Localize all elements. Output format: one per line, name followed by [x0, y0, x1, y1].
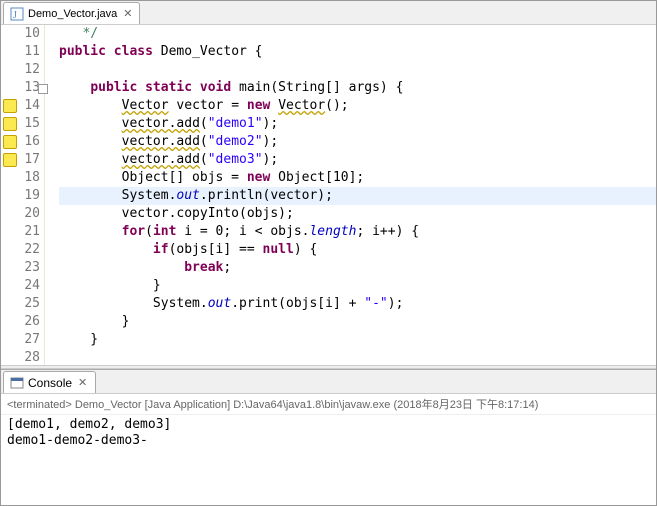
console-output[interactable]: [demo1, demo2, demo3] demo1-demo2-demo3-: [1, 415, 656, 451]
code-editor[interactable]: 10111213141516171819202122232425262728 *…: [1, 25, 656, 365]
line-number: 27: [1, 331, 40, 349]
line-number: 10: [1, 25, 40, 43]
code-line[interactable]: System.out.print(objs[i] + "-");: [59, 295, 656, 313]
line-number: 28: [1, 349, 40, 365]
console-tab-bar: Console ✕: [1, 370, 656, 394]
editor-pane: J Demo_Vector.java ✕ 1011121314151617181…: [1, 1, 656, 365]
code-line[interactable]: public class Demo_Vector {: [59, 43, 656, 61]
code-line[interactable]: */: [59, 25, 656, 43]
console-run-header: <terminated> Demo_Vector [Java Applicati…: [1, 394, 656, 415]
console-tab-label: Console: [28, 376, 72, 390]
code-line[interactable]: vector.add("demo3");: [59, 151, 656, 169]
line-number: 24: [1, 277, 40, 295]
code-line[interactable]: Object[] objs = new Object[10];: [59, 169, 656, 187]
code-line[interactable]: for(int i = 0; i < objs.length; i++) {: [59, 223, 656, 241]
code-line[interactable]: [59, 61, 656, 79]
console-tab[interactable]: Console ✕: [3, 371, 96, 393]
line-number: 20: [1, 205, 40, 223]
code-content[interactable]: */public class Demo_Vector { public stat…: [45, 25, 656, 365]
line-number: 17: [1, 151, 40, 169]
editor-tab-close-icon[interactable]: ✕: [121, 7, 134, 20]
line-number: 26: [1, 313, 40, 331]
svg-text:J: J: [13, 10, 17, 21]
console-tab-close-icon[interactable]: ✕: [76, 376, 89, 389]
line-number: 19: [1, 187, 40, 205]
line-number: 22: [1, 241, 40, 259]
java-file-icon: J: [10, 7, 24, 21]
line-number: 14: [1, 97, 40, 115]
line-number: 15: [1, 115, 40, 133]
line-number: 16: [1, 133, 40, 151]
code-line[interactable]: vector.copyInto(objs);: [59, 205, 656, 223]
line-number: 25: [1, 295, 40, 313]
code-line[interactable]: if(objs[i] == null) {: [59, 241, 656, 259]
console-pane: Console ✕ <terminated> Demo_Vector [Java…: [1, 369, 656, 505]
line-number-gutter: 10111213141516171819202122232425262728: [1, 25, 45, 365]
code-line[interactable]: Vector vector = new Vector();: [59, 97, 656, 115]
code-line[interactable]: vector.add("demo2");: [59, 133, 656, 151]
line-number: 11: [1, 43, 40, 61]
line-number: 18: [1, 169, 40, 187]
line-number: 13: [1, 79, 40, 97]
line-number: 21: [1, 223, 40, 241]
code-line[interactable]: System.out.println(vector);: [59, 187, 656, 205]
line-number: 12: [1, 61, 40, 79]
code-line[interactable]: public static void main(String[] args) {: [59, 79, 656, 97]
editor-tab[interactable]: J Demo_Vector.java ✕: [3, 2, 140, 24]
code-line[interactable]: }: [59, 313, 656, 331]
code-line[interactable]: }: [59, 331, 656, 349]
editor-tab-label: Demo_Vector.java: [28, 8, 117, 20]
code-line[interactable]: vector.add("demo1");: [59, 115, 656, 133]
console-icon: [10, 376, 24, 390]
code-line[interactable]: }: [59, 277, 656, 295]
code-line[interactable]: break;: [59, 259, 656, 277]
code-line[interactable]: [59, 349, 656, 365]
editor-tab-bar: J Demo_Vector.java ✕: [1, 1, 656, 25]
line-number: 23: [1, 259, 40, 277]
